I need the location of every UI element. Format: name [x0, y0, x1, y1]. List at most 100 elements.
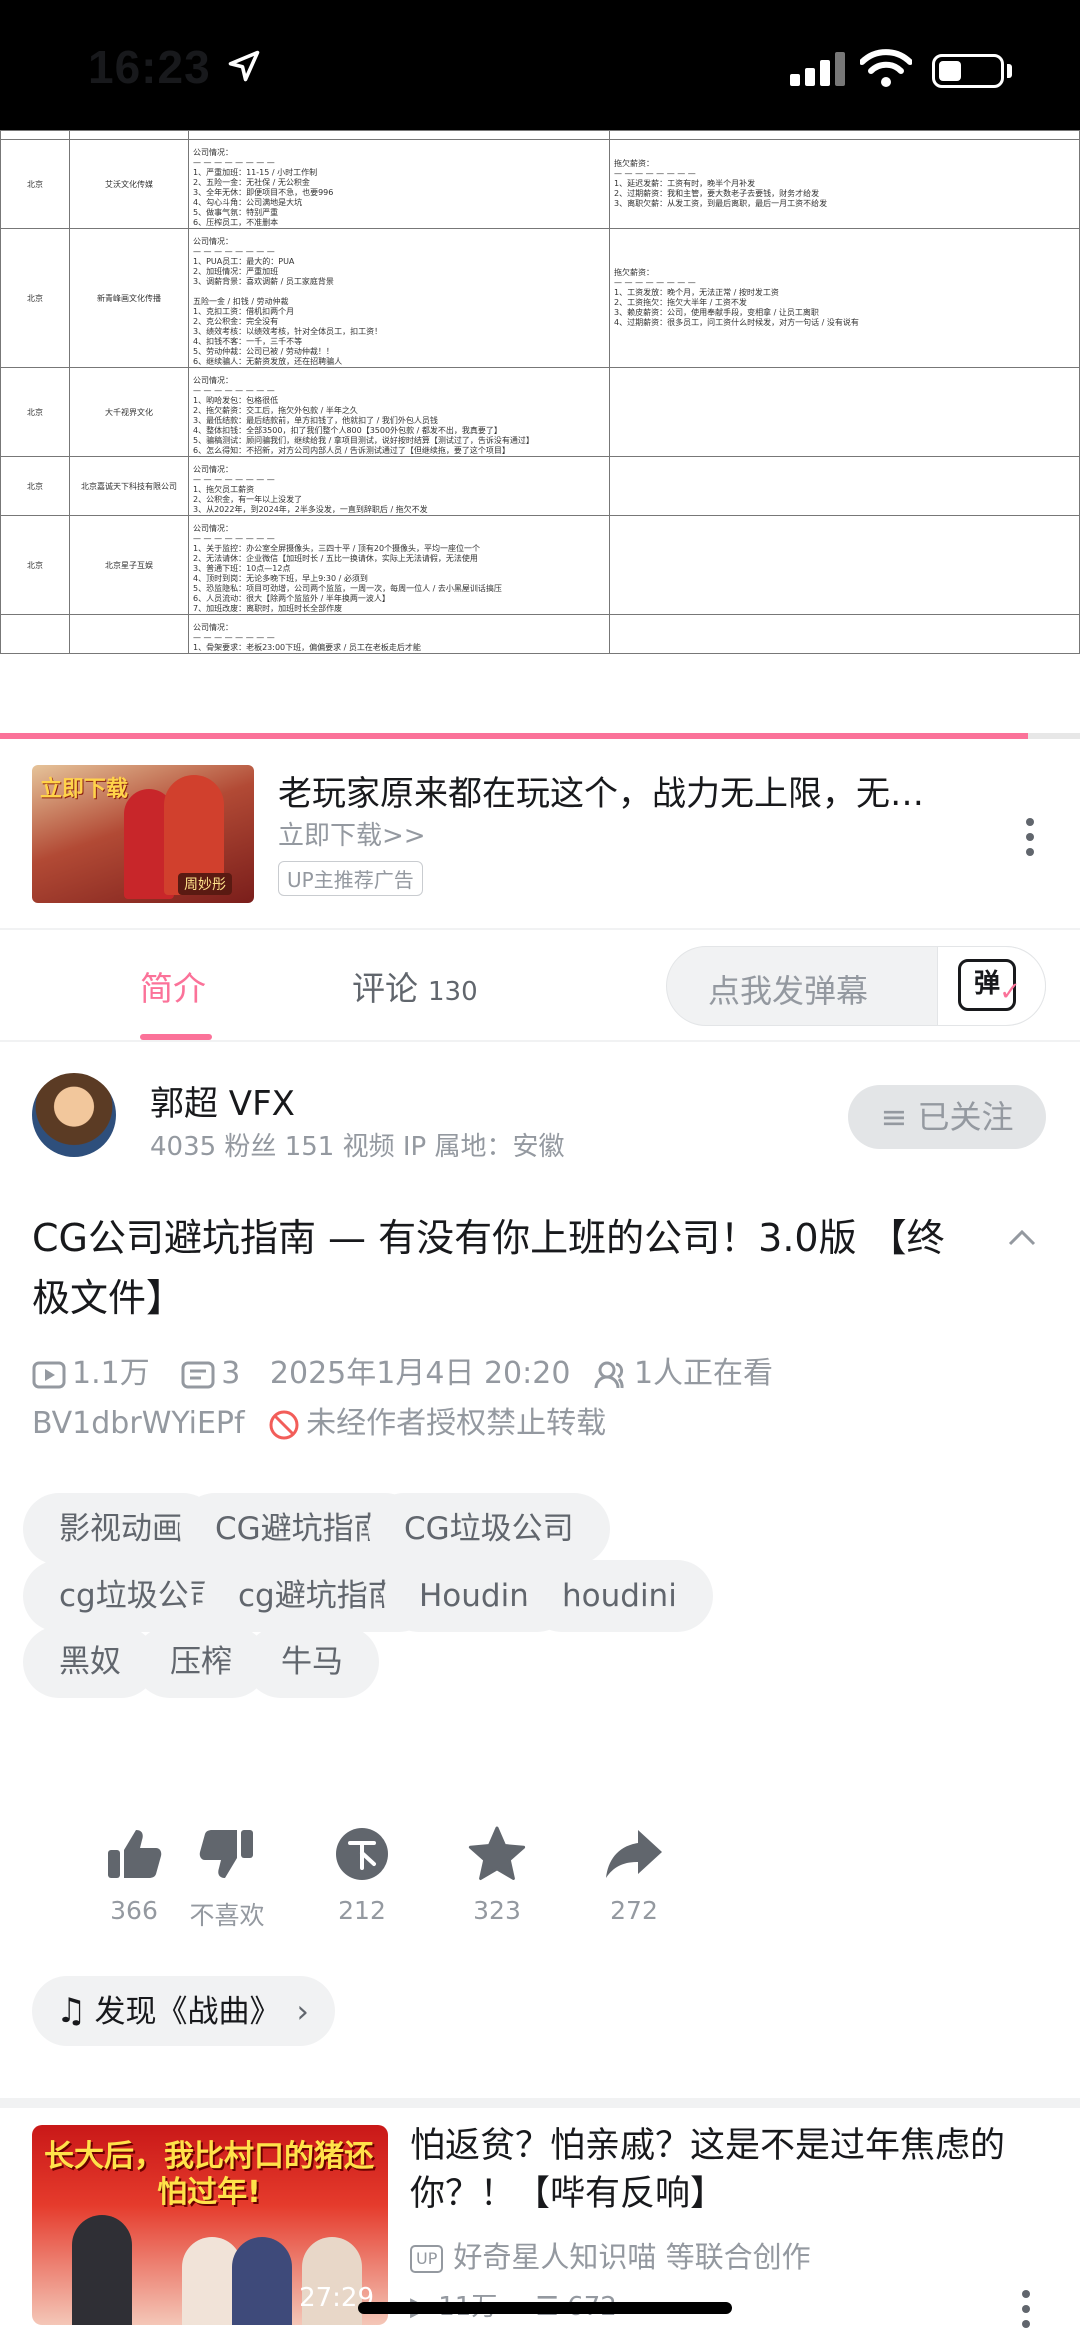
sheet-row: 北京 新青峰画文化传播 公司情况： — — — — — — — —1、PUA员工：最大…	[0, 228, 1080, 368]
sheet-line: 1、哟哈发包：包格很低	[193, 396, 279, 405]
home-indicator	[358, 2302, 732, 2314]
ad-more-icon[interactable]	[1026, 818, 1036, 863]
section-divider	[0, 2098, 1080, 2108]
up-badge-icon: UP	[410, 2245, 444, 2273]
related-video-author[interactable]: UP 好奇星人知识喵 等联合创作	[410, 2234, 811, 2276]
sheet-cell	[69, 130, 189, 140]
sheet-line: 2、克公积金：完全没有	[193, 317, 279, 326]
sheet-company: 北京星子互娱	[69, 515, 189, 615]
sheet-cell	[609, 130, 1080, 140]
wifi-icon	[860, 49, 912, 87]
ad-thumbnail[interactable]: 立即下载 周妙彤	[32, 765, 254, 903]
related-video-thumbnail[interactable]: 长大后，我比村口的猪还怕过年! 27:29	[32, 2125, 388, 2325]
sheet-arrears: 拖欠薪资： — — — — — — — —1、工资发放：晚个月，无法正常 / 按时…	[609, 228, 1080, 368]
watching-count: 1人正在看	[633, 1356, 774, 1391]
uploader-name[interactable]: 郭超 VFX	[150, 1076, 295, 1125]
sheet-row: 公司情况： — — — — — — — —1、骨架要求：老板23:00下班，偏偏要…	[0, 614, 1080, 654]
music-note-icon: ♫	[56, 1991, 87, 2031]
sheet-situation: 公司情况： — — — — — — — —1、骨架要求：老板23:00下班，偏偏要…	[188, 614, 610, 654]
sheet-line: 公司情况：	[193, 524, 233, 533]
ad-title[interactable]: 老玩家原来都在玩这个，战力无上限，无…	[278, 766, 998, 815]
sheet-line: 5、骗稿测试：顾问骗我们，继续给我 / 拿项目测试，说好按时结算【测试过了，告诉…	[193, 436, 534, 445]
danmaku-count-icon	[181, 1361, 215, 1388]
sheet-line: 2、加班情况：严重加班	[193, 267, 279, 276]
comment-count: 130	[428, 977, 478, 1007]
sheet-line: 1、克扣工资：借机扣两个月	[193, 307, 295, 316]
sheet-line: 1、工资发放：晚个月，无法正常 / 按时发工资	[614, 288, 779, 297]
spreadsheet-frame: 北京 艾沃文化传媒 公司情况： — — — — — — — —1、严重加班：11-15…	[0, 130, 1080, 654]
sheet-situation: 公司情况： — — — — — — — —1、PUA员工：最大的：PUA 2、加班情…	[188, 228, 610, 368]
play-count-icon	[32, 1361, 66, 1388]
sheet-line: 3、普通下班：10点—12点	[193, 564, 291, 573]
sheet-line: 3、调薪背景：喜欢调薪 / 员工家庭背景	[193, 277, 334, 286]
coin-icon	[336, 1828, 388, 1880]
ad-thumb-banner: 立即下载	[40, 776, 129, 802]
chevron-up-icon[interactable]	[1006, 1222, 1038, 1254]
location-arrow-icon	[228, 50, 260, 82]
sheet-city: 北京	[0, 139, 70, 229]
sheet-line: 6、怎么得知：不招新，对方公司内部人员 / 告诉测试通过了【但继续拖，要了这个项…	[193, 446, 510, 455]
tag-chip[interactable]: 牛马	[245, 1626, 379, 1698]
dislike-button[interactable]: 不喜欢	[167, 1826, 287, 1932]
favorite-icon	[468, 1826, 526, 1880]
dislike-icon	[199, 1830, 253, 1878]
sheet-line: 五险一金 / 扣钱 / 劳动仲裁	[193, 297, 289, 306]
sheet-city: 北京	[0, 228, 70, 368]
sheet-line: 3、全年无休：即便项目不急，也要996	[193, 188, 334, 197]
sheet-line: — — — — — — — —	[193, 247, 275, 256]
sheet-line: 5、做事气氛：特别严重	[193, 208, 279, 217]
follow-button[interactable]: ≡ 已关注	[848, 1085, 1046, 1149]
video-progress-fill	[0, 733, 1028, 739]
sheet-line: — — — — — — — —	[614, 169, 696, 178]
sheet-line: 2、工资拖欠：拖欠大半年 / 工资不发	[614, 298, 747, 307]
view-count: 1.1万	[72, 1356, 150, 1391]
sheet-row: 北京 大千视界文化 公司情况： — — — — — — — —1、哟哈发包：包格很低 2…	[0, 367, 1080, 457]
sheet-line: 3、赖皮薪资：公司，使用奉献手段，变相拿 / 让员工离职	[614, 308, 819, 317]
sheet-line: 1、严重加班：11-15 / 小时工作制	[193, 168, 318, 177]
music-discover-button[interactable]: ♫ 发现《战曲》 ›	[32, 1976, 335, 2046]
sheet-line: 1、拖欠员工薪资	[193, 485, 255, 494]
video-player[interactable]: 北京 艾沃文化传媒 公司情况： — — — — — — — —1、严重加班：11-15…	[0, 130, 1080, 738]
uploader-avatar[interactable]	[32, 1073, 116, 1157]
sheet-line: — — — — — — — —	[193, 158, 275, 167]
sheet-line: — — — — — — — —	[193, 475, 275, 484]
sheet-line: 1、骨架要求：老板23:00下班，偏偏要求 / 员工在老板走后才能	[193, 643, 421, 652]
battery-icon	[932, 54, 1004, 88]
sheet-arrears	[609, 515, 1080, 615]
tag-chip[interactable]: CG垃圾公司	[368, 1493, 610, 1565]
sheet-line: 2、公积金，有一年以上没发了	[193, 495, 303, 504]
related-more-icon[interactable]	[1022, 2290, 1032, 2335]
sheet-city: 北京	[0, 456, 70, 516]
share-button[interactable]: 272	[574, 1826, 694, 1925]
sheet-line: 3、从2022年，到2024年，2半多没发，一直到辞职后 / 拖欠不发	[193, 505, 428, 514]
sheet-city: 北京	[0, 515, 70, 615]
favorite-button[interactable]: 323	[437, 1826, 557, 1925]
tab-comments[interactable]: 评论 130	[352, 962, 478, 1010]
sheet-line: 拖欠薪资：	[614, 159, 654, 168]
sheet-line: 公司情况：	[193, 465, 233, 474]
sheet-situation: 公司情况： — — — — — — — —1、拖欠员工薪资 2、公积金，有一年以上没…	[188, 456, 610, 516]
share-icon	[606, 1830, 662, 1878]
sheet-line: — — — — — — — —	[193, 386, 275, 395]
sheet-company	[69, 614, 189, 654]
sheet-line: — — — — — — — —	[193, 534, 275, 543]
coin-button[interactable]: 212	[302, 1826, 422, 1925]
tab-intro[interactable]: 简介	[140, 962, 206, 1010]
sheet-line: 2、过期薪资：我和主管，要大数老子去要钱，财务才给发	[614, 189, 820, 198]
tag-chip[interactable]: houdini	[526, 1560, 713, 1632]
sheet-line: 4、扣钱不客：一千，三千不等	[193, 337, 303, 346]
related-video-title[interactable]: 怕返贫？怕亲戚？这是不是过年焦虑的你？！【哔有反响】	[410, 2122, 1040, 2218]
danmaku-button[interactable]: 弹 ✓	[937, 946, 1046, 1026]
sheet-company: 新青峰画文化传播	[69, 228, 189, 368]
sheet-cell	[188, 130, 610, 140]
sheet-line: 1、关于监控：办公室全屏摄像头，三四十平 / 顶有20个摄像头，平均一座位一个	[193, 544, 481, 553]
ad-download-link[interactable]: 立即下载>>	[278, 815, 426, 852]
sheet-line: 7、加班改废：离职时，加班时长全部作废	[193, 604, 343, 613]
danmaku-placeholder[interactable]: 点我发弹幕	[708, 966, 868, 1012]
menu-lines-icon: ≡	[880, 1098, 908, 1136]
sheet-arrears	[609, 614, 1080, 654]
sheet-line: 2、无法请休：企业微信【加班时长 / 五比一换请休，实际上无法请假，无法使用	[193, 554, 478, 563]
sheet-city: 北京	[0, 367, 70, 457]
sheet-cell	[0, 130, 70, 140]
thumb-person	[72, 2215, 132, 2325]
